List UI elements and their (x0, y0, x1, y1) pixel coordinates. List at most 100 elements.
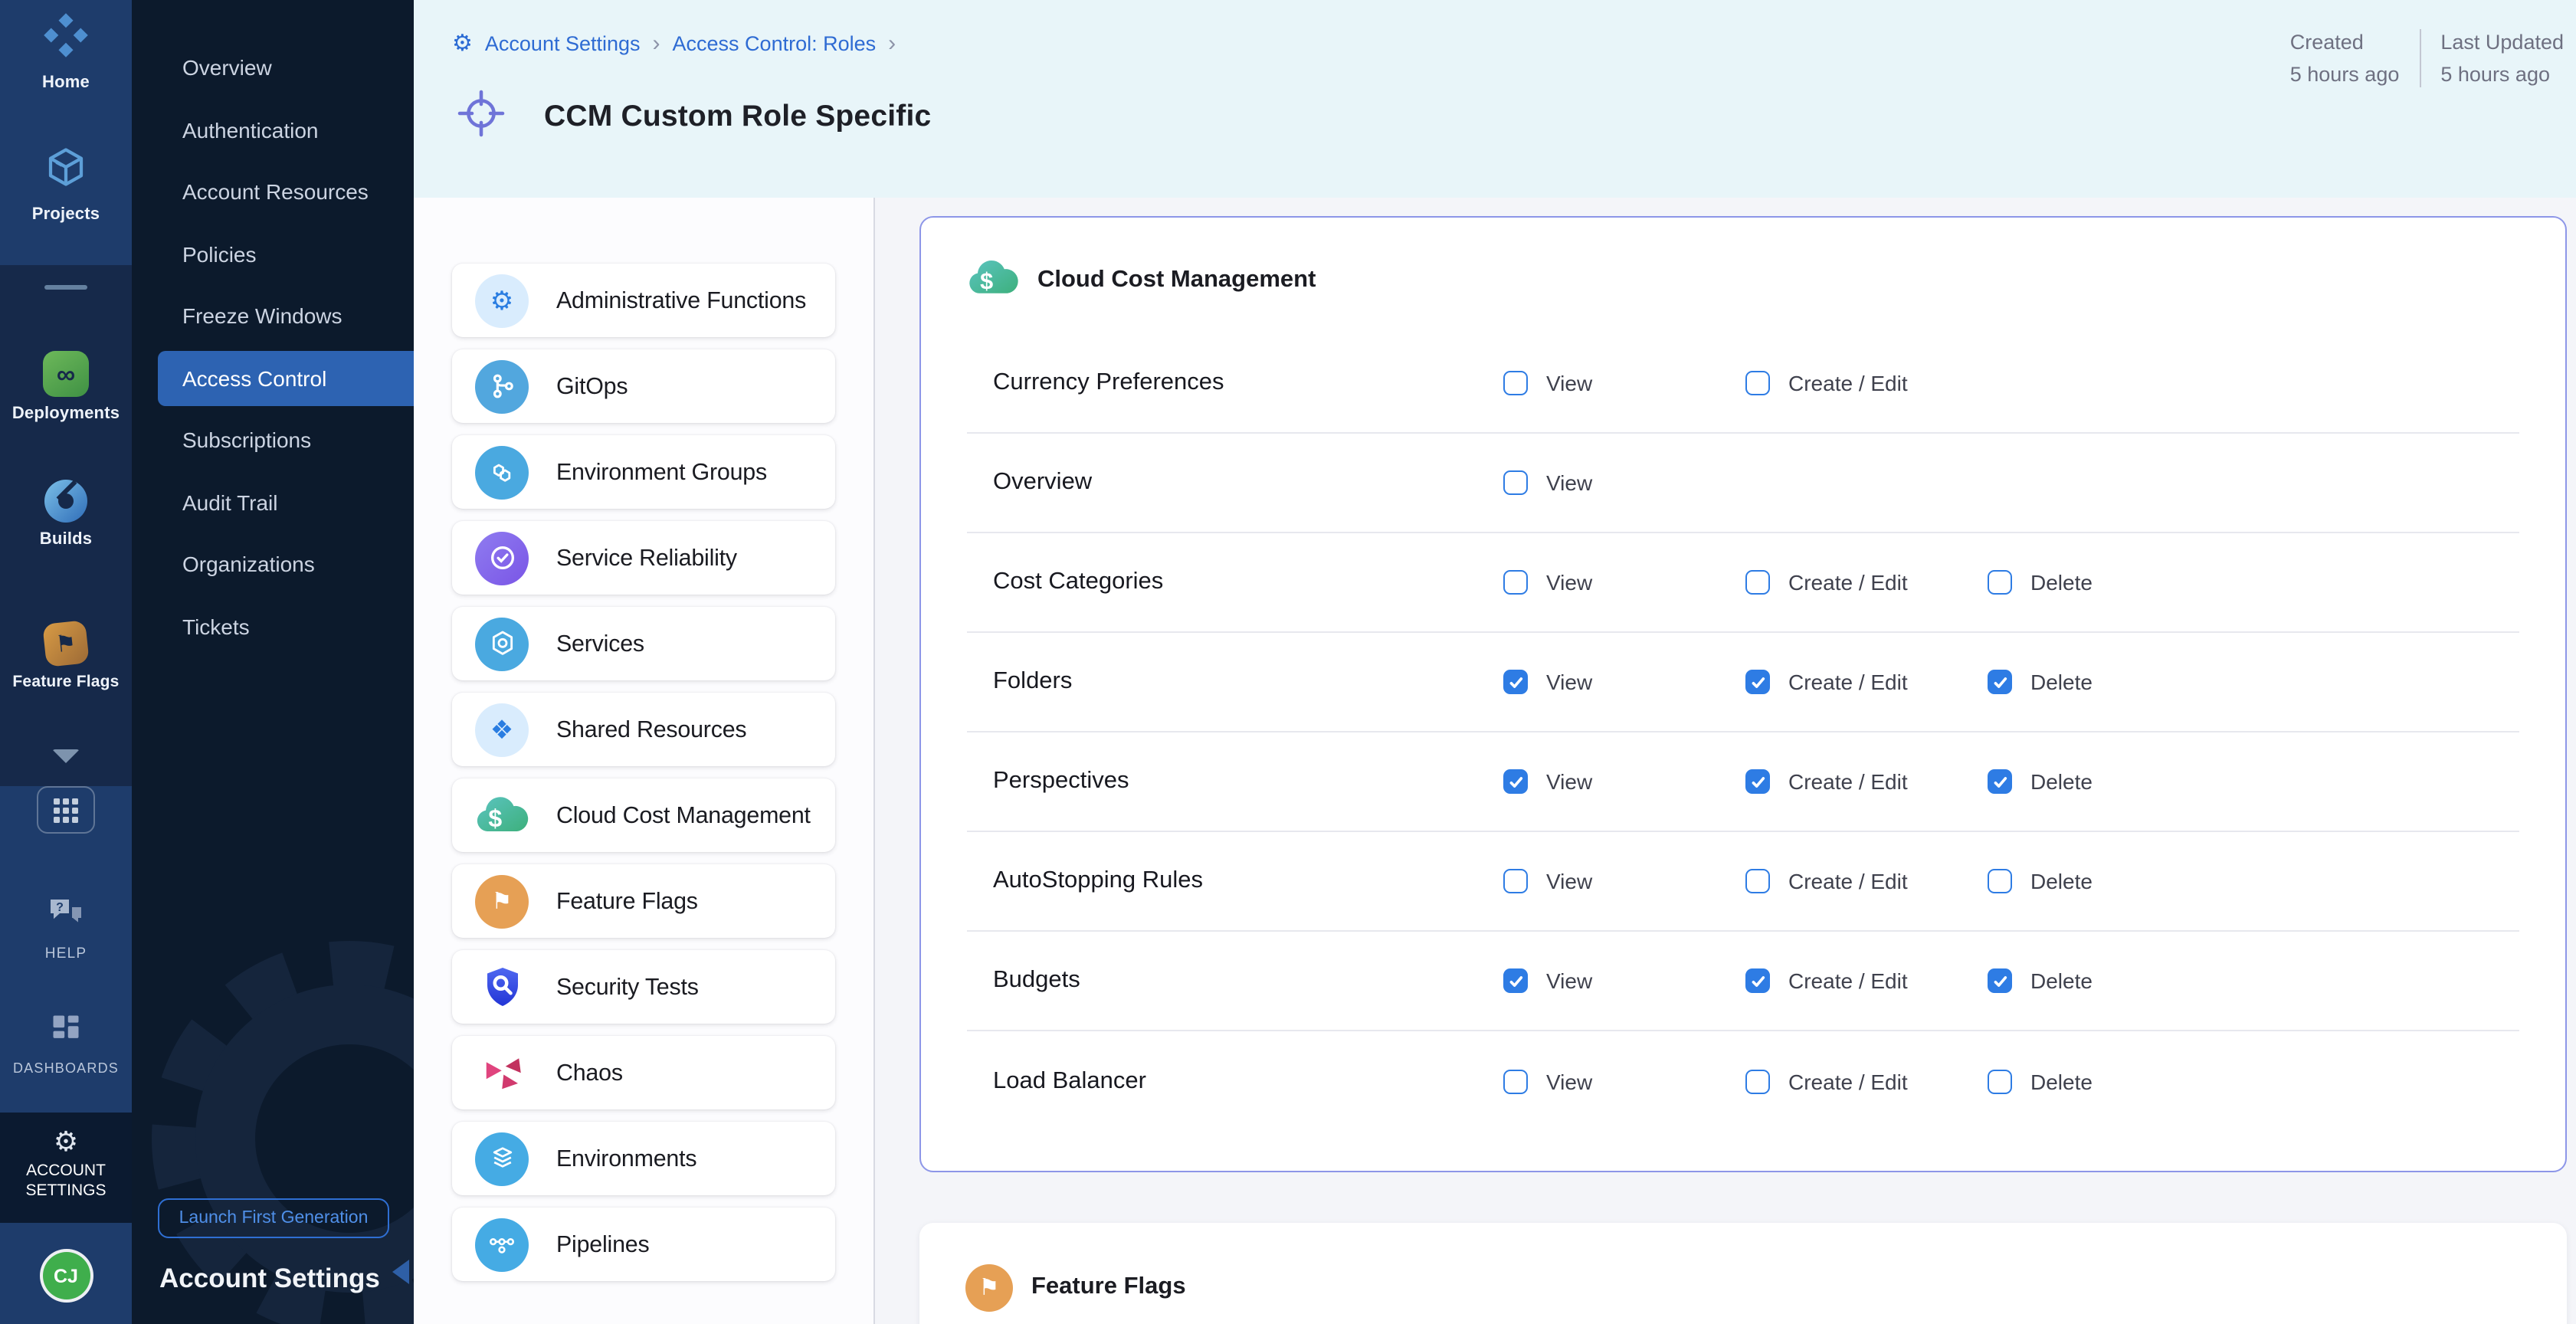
resource-card-service-reliability[interactable]: Service Reliability (452, 521, 835, 595)
sidebar-item-access-control[interactable]: Access Control (158, 350, 414, 405)
checkbox-load-balancer-view[interactable] (1503, 1069, 1528, 1093)
breadcrumb-access-control-roles[interactable]: Access Control: Roles (673, 32, 877, 55)
sidebar-item-subscriptions[interactable]: Subscriptions (132, 412, 414, 467)
permissions-area[interactable]: $ Cloud Cost Management Currency Prefere… (875, 198, 2576, 1324)
sidebar-item-tickets[interactable]: Tickets (132, 598, 414, 654)
checkbox-folders-create-edit[interactable] (1745, 670, 1770, 694)
permission-row-load-balancer: Load BalancerViewCreate / EditDelete (967, 1031, 2519, 1131)
checkbox-cost-categories-delete[interactable] (1988, 570, 2012, 595)
checkbox-perspectives-view[interactable] (1503, 769, 1528, 794)
resource-card-administrative-functions[interactable]: ⚙Administrative Functions (452, 264, 835, 337)
breadcrumb-account-settings[interactable]: Account Settings (485, 32, 641, 55)
checkbox-label: Delete (2030, 769, 2093, 794)
sidebar-item-audit-trail[interactable]: Audit Trail (132, 474, 414, 529)
resource-card-shared-resources[interactable]: ❖Shared Resources (452, 693, 835, 766)
permission-rows: Currency PreferencesViewCreate / EditOve… (967, 334, 2519, 1131)
dashboards-tiles-icon (49, 1011, 83, 1053)
resource-card-security-tests[interactable]: Security Tests (452, 950, 835, 1024)
gear-watermark (132, 909, 414, 1324)
resource-card-label: Administrative Functions (556, 287, 806, 313)
nav-help[interactable]: ? HELP (0, 896, 132, 962)
resource-card-chaos[interactable]: Chaos (452, 1036, 835, 1109)
checkbox-label: Create / Edit (1788, 670, 1908, 694)
account-settings-sidebar: Overview Authentication Account Resources P… (132, 0, 414, 1324)
user-menu[interactable]: CJ (0, 1252, 132, 1299)
nav-account-settings-label: ACCOUNT SETTINGS (12, 1162, 120, 1202)
permission-cell-autostopping-rules-delete: Delete (1988, 869, 2230, 893)
nav-dashboards[interactable]: DASHBOARDS (0, 1011, 132, 1076)
harness-logo-icon (43, 12, 89, 66)
rail-expand-modules[interactable] (0, 749, 132, 763)
checkbox-budgets-view[interactable] (1503, 968, 1528, 993)
checkbox-currency-preferences-create-edit[interactable] (1745, 371, 1770, 395)
nav-dashboards-label: DASHBOARDS (13, 1060, 119, 1076)
resource-card-feature-flags[interactable]: ⚑Feature Flags (452, 864, 835, 938)
checkbox-load-balancer-delete[interactable] (1988, 1069, 2012, 1093)
nav-home[interactable]: Home (0, 12, 132, 92)
checkbox-cost-categories-create-edit[interactable] (1745, 570, 1770, 595)
sidebar-item-organizations[interactable]: Organizations (132, 536, 414, 592)
checkbox-label: View (1546, 470, 1592, 495)
permission-row-currency-preferences: Currency PreferencesViewCreate / Edit (967, 334, 2519, 434)
nav-deployments[interactable]: ∞ Deployments (0, 351, 132, 423)
checkbox-budgets-delete[interactable] (1988, 968, 2012, 993)
resource-card-environments[interactable]: Environments (452, 1122, 835, 1195)
checkbox-cost-categories-view[interactable] (1503, 570, 1528, 595)
checkbox-label: View (1546, 371, 1592, 395)
sidebar-item-policies[interactable]: Policies (132, 226, 414, 281)
launch-first-generation-button[interactable]: Launch First Generation (158, 1198, 389, 1238)
permission-resource-label: Perspectives (993, 768, 1503, 795)
resource-card-services[interactable]: Services (452, 607, 835, 680)
nav-builds[interactable]: Builds (0, 480, 132, 549)
sidebar-collapse-button[interactable] (392, 1260, 409, 1284)
checkbox-label: Create / Edit (1788, 371, 1908, 395)
feature-flags-icon: ⚑ (42, 620, 90, 667)
updated-meta: Last Updated 5 hours ago (2440, 26, 2564, 90)
checkbox-perspectives-delete[interactable] (1988, 769, 2012, 794)
section-title: Cloud Cost Management (1037, 267, 1316, 294)
checkbox-overview-view[interactable] (1503, 470, 1528, 495)
checkbox-load-balancer-create-edit[interactable] (1745, 1069, 1770, 1093)
checkbox-autostopping-rules-create-edit[interactable] (1745, 869, 1770, 893)
permission-resource-label: AutoStopping Rules (993, 867, 1503, 895)
permission-resource-label: Overview (993, 469, 1503, 496)
breadcrumb: ⚙ Account Settings › Access Control: Rol… (452, 31, 896, 57)
permission-row-folders: FoldersViewCreate / EditDelete (967, 633, 2519, 732)
nav-feature-flags[interactable]: ⚑ Feature Flags (0, 622, 132, 691)
sidebar-item-freeze-windows[interactable]: Freeze Windows (132, 288, 414, 343)
breadcrumb-separator: › (888, 31, 896, 57)
checkbox-label: View (1546, 570, 1592, 595)
resource-card-label: Service Reliability (556, 545, 737, 571)
checkbox-perspectives-create-edit[interactable] (1745, 769, 1770, 794)
title-row: CCM Custom Role Specific (457, 89, 931, 146)
checkbox-autostopping-rules-delete[interactable] (1988, 869, 2012, 893)
permission-row-autostopping-rules: AutoStopping RulesViewCreate / EditDelet… (967, 832, 2519, 932)
service-reliability-icon (475, 531, 529, 585)
breadcrumb-separator: › (653, 31, 660, 57)
checkbox-folders-view[interactable] (1503, 670, 1528, 694)
resource-card-gitops[interactable]: GitOps (452, 349, 835, 423)
checkbox-budgets-create-edit[interactable] (1745, 968, 1770, 993)
permission-cell-currency-preferences-view: View (1503, 371, 1745, 395)
checkbox-autostopping-rules-view[interactable] (1503, 869, 1528, 893)
nav-projects[interactable]: Projects (0, 144, 132, 224)
resource-card-environment-groups[interactable]: Environment Groups (452, 435, 835, 509)
module-picker-button[interactable] (0, 786, 132, 834)
checkbox-folders-delete[interactable] (1988, 670, 2012, 694)
resource-card-cloud-cost-management[interactable]: $Cloud Cost Management (452, 778, 835, 852)
checkbox-label: Create / Edit (1788, 769, 1908, 794)
checkbox-label: View (1546, 869, 1592, 893)
permission-row-budgets: BudgetsViewCreate / EditDelete (967, 932, 2519, 1031)
resource-card-label: Shared Resources (556, 716, 746, 742)
checkbox-currency-preferences-view[interactable] (1503, 371, 1528, 395)
nav-account-settings[interactable]: ⚙ ACCOUNT SETTINGS (0, 1128, 132, 1202)
created-meta: Created 5 hours ago (2290, 26, 2400, 90)
sidebar-item-overview[interactable]: Overview (132, 40, 414, 95)
role-crosshair-icon (457, 89, 506, 146)
sidebar-item-account-resources[interactable]: Account Resources (132, 164, 414, 219)
resource-card-label: Services (556, 631, 644, 657)
permission-cell-autostopping-rules-view: View (1503, 869, 1745, 893)
permission-cell-load-balancer-create-edit: Create / Edit (1745, 1069, 1988, 1093)
resource-card-pipelines[interactable]: Pipelines (452, 1208, 835, 1281)
sidebar-item-authentication[interactable]: Authentication (132, 102, 414, 157)
